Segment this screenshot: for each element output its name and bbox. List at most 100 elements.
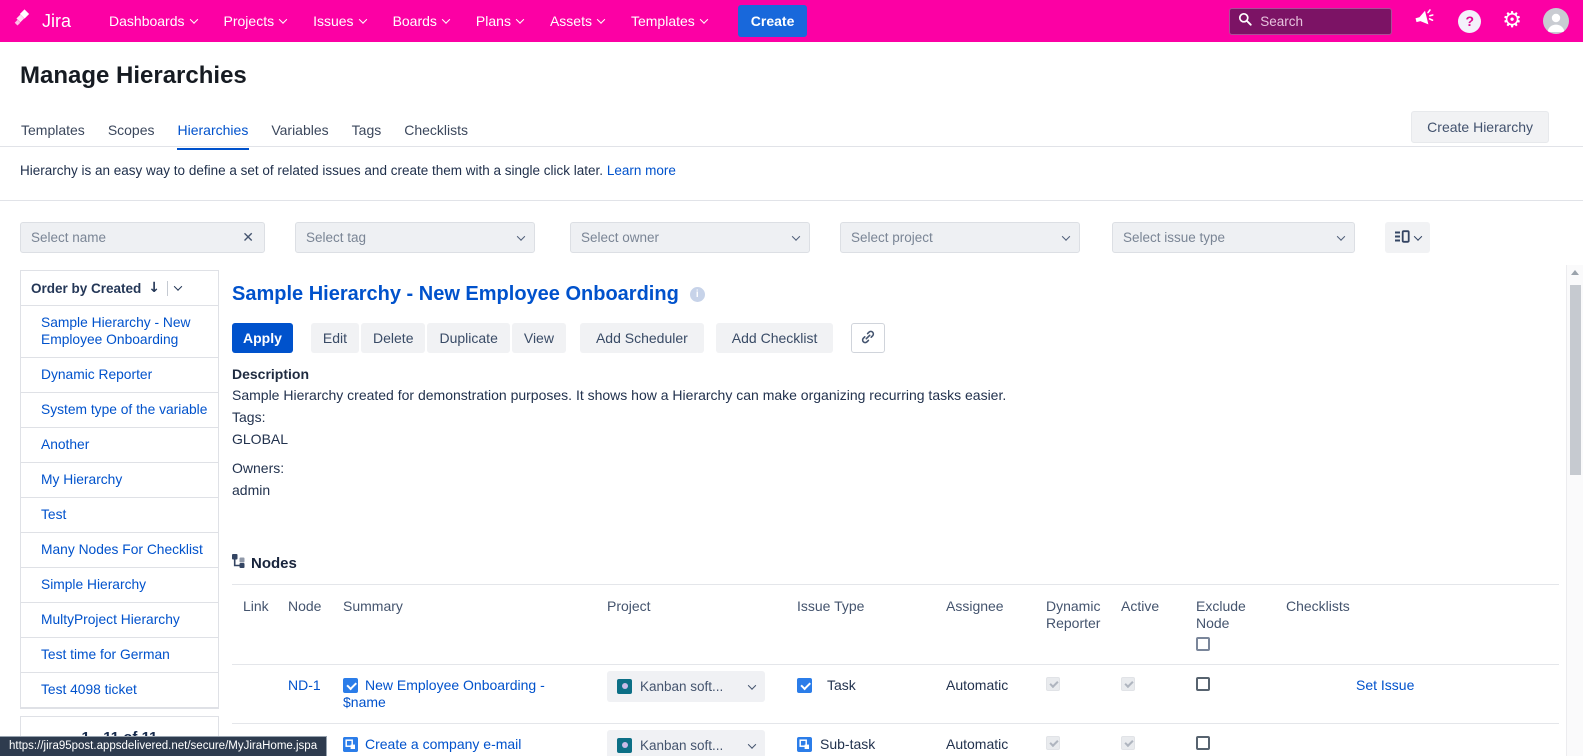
- node-id-link[interactable]: ND-1: [288, 677, 343, 694]
- list-item[interactable]: Dynamic Reporter: [21, 358, 218, 393]
- chevron-down-icon: [358, 15, 366, 23]
- add-checklist-button[interactable]: Add Checklist: [716, 323, 834, 353]
- brand-name: Jira: [42, 11, 71, 32]
- global-search[interactable]: [1229, 8, 1392, 35]
- tag-filter-select[interactable]: Select tag: [295, 222, 535, 253]
- view-button[interactable]: View: [512, 323, 566, 353]
- apply-button[interactable]: Apply: [232, 323, 293, 353]
- question-mark-icon: ?: [1458, 10, 1481, 33]
- avatar: [1543, 8, 1569, 34]
- scrollbar-thumb[interactable]: [1570, 285, 1581, 475]
- search-icon: [1238, 12, 1252, 31]
- tab-hierarchies[interactable]: Hierarchies: [177, 118, 250, 150]
- description-label: Description: [232, 366, 1559, 382]
- nav-item-assets[interactable]: Assets: [550, 13, 604, 29]
- exclude-node-all-checkbox[interactable]: [1196, 637, 1210, 651]
- project-select[interactable]: Kanban soft...: [607, 730, 765, 756]
- column-header: Issue Type: [797, 598, 946, 615]
- chevron-down-icon: [442, 15, 450, 23]
- chevron-down-icon: [189, 15, 197, 23]
- project-select[interactable]: Kanban soft...: [607, 671, 765, 702]
- active-cell: [1121, 736, 1196, 754]
- tab-templates[interactable]: Templates: [20, 118, 86, 150]
- chevron-down-icon: [516, 15, 524, 23]
- summary-link[interactable]: New Employee Onboarding - $name: [343, 677, 545, 710]
- duplicate-button[interactable]: Duplicate: [427, 323, 509, 353]
- help-button[interactable]: ?: [1458, 10, 1481, 33]
- view-layout-toggle[interactable]: [1385, 222, 1430, 253]
- page-title: Manage Hierarchies: [20, 62, 247, 90]
- list-item[interactable]: Test time for German: [21, 638, 218, 673]
- jira-mark-icon: [14, 8, 35, 34]
- nav-item-templates[interactable]: Templates: [631, 13, 707, 29]
- edit-button[interactable]: Edit: [311, 323, 359, 353]
- user-menu-button[interactable]: [1543, 8, 1569, 34]
- list-item[interactable]: Another: [21, 428, 218, 463]
- name-filter[interactable]: ✕: [20, 222, 265, 253]
- nav-item-dashboards[interactable]: Dashboards: [109, 13, 197, 29]
- order-by-dropdown-icon[interactable]: [174, 282, 182, 290]
- section-tabs: Templates Scopes Hierarchies Variables T…: [20, 118, 469, 150]
- list-item[interactable]: Test 4098 ticket: [21, 673, 218, 708]
- project-cell: Kanban soft...: [607, 677, 797, 702]
- create-hierarchy-button[interactable]: Create Hierarchy: [1411, 111, 1549, 143]
- nav-item-projects[interactable]: Projects: [224, 13, 287, 29]
- owners-value: admin: [232, 482, 1559, 498]
- vertical-scrollbar[interactable]: [1566, 265, 1583, 756]
- active-cell: [1121, 677, 1196, 695]
- issue-type-filter-select[interactable]: Select issue type: [1112, 222, 1355, 253]
- name-filter-input[interactable]: [31, 230, 236, 245]
- settings-button[interactable]: ⚙: [1502, 10, 1522, 32]
- tab-variables[interactable]: Variables: [270, 118, 329, 150]
- nav-item-boards[interactable]: Boards: [393, 13, 449, 29]
- active-checkbox: [1121, 736, 1135, 750]
- delete-button[interactable]: Delete: [361, 323, 425, 353]
- column-header: Checklists: [1286, 598, 1559, 615]
- list-item[interactable]: My Hierarchy: [21, 463, 218, 498]
- learn-more-link[interactable]: Learn more: [607, 163, 676, 178]
- nav-right-cluster: ? ⚙: [1229, 8, 1569, 35]
- chevron-down-icon: [748, 681, 756, 689]
- column-header: Assignee: [946, 598, 1046, 615]
- info-icon[interactable]: i: [690, 287, 705, 302]
- tab-checklists[interactable]: Checklists: [403, 118, 469, 150]
- link-icon: [860, 329, 876, 348]
- sort-direction-icon[interactable]: ↓: [148, 280, 160, 296]
- tab-tags[interactable]: Tags: [351, 118, 383, 150]
- status-url-tooltip: https://jira95post.appsdelivered.net/sec…: [0, 736, 327, 756]
- scroll-up-icon[interactable]: [1571, 270, 1579, 275]
- hierarchy-list: Order by Created ↓ Sample Hierarchy - Ne…: [20, 270, 219, 709]
- clear-name-filter-icon[interactable]: ✕: [236, 229, 254, 246]
- project-filter-select[interactable]: Select project: [840, 222, 1080, 253]
- chevron-down-icon: [1414, 232, 1422, 240]
- table-row: ND-1 New Employee Onboarding - $name Kan…: [232, 665, 1559, 724]
- list-item[interactable]: Sample Hierarchy - New Employee Onboardi…: [21, 306, 218, 358]
- owner-filter-select[interactable]: Select owner: [570, 222, 810, 253]
- exclude-node-checkbox[interactable]: [1196, 677, 1210, 691]
- jira-logo[interactable]: Jira: [14, 8, 71, 34]
- summary-link[interactable]: Create a company e-mail: [365, 736, 521, 752]
- list-item[interactable]: Test: [21, 498, 218, 533]
- search-input[interactable]: [1260, 14, 1383, 29]
- owners-label: Owners:: [232, 460, 1559, 476]
- column-header: Active: [1121, 598, 1196, 615]
- copy-link-button[interactable]: [851, 323, 885, 353]
- tab-scopes[interactable]: Scopes: [107, 118, 156, 150]
- column-header: Project: [607, 598, 797, 615]
- create-button[interactable]: Create: [738, 5, 808, 37]
- issue-type-cell: Sub-task: [797, 736, 946, 753]
- nav-item-issues[interactable]: Issues: [313, 13, 365, 29]
- exclude-node-checkbox[interactable]: [1196, 736, 1210, 750]
- list-item[interactable]: Simple Hierarchy: [21, 568, 218, 603]
- action-buttons: Apply Edit Delete Duplicate View Add Sch…: [232, 323, 1559, 353]
- list-item[interactable]: System type of the variable: [21, 393, 218, 428]
- list-item[interactable]: MultyProject Hierarchy: [21, 603, 218, 638]
- top-navigation: Jira Dashboards Projects Issues Boards P…: [0, 0, 1583, 42]
- add-scheduler-button[interactable]: Add Scheduler: [580, 323, 704, 353]
- set-issue-link[interactable]: Set Issue: [1286, 677, 1414, 694]
- intro-divider: [0, 200, 1583, 201]
- list-view-icon: [1394, 229, 1410, 247]
- list-item[interactable]: Many Nodes For Checklist: [21, 533, 218, 568]
- announcements-button[interactable]: [1413, 8, 1437, 35]
- nav-item-plans[interactable]: Plans: [476, 13, 523, 29]
